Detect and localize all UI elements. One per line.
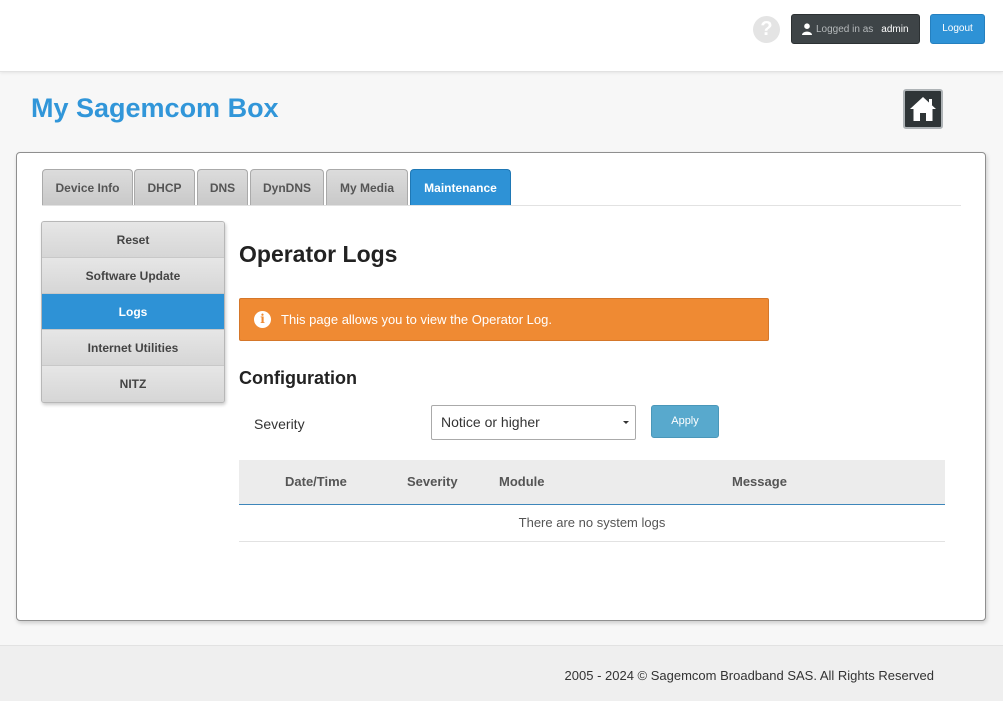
content-panel: Device Info DHCP DNS DynDNS My Media Mai… <box>16 152 986 621</box>
sidebar-item-reset[interactable]: Reset <box>42 222 224 258</box>
username: admin <box>881 23 909 35</box>
column-header-module: Module <box>499 460 692 505</box>
logged-in-label: Logged in as <box>816 23 874 35</box>
apply-button[interactable]: Apply <box>651 405 719 438</box>
section-title: Configuration <box>239 368 357 388</box>
login-badge: Logged in as admin <box>791 14 920 44</box>
top-bar: ? Logged in as admin Logout <box>0 0 1003 72</box>
sidebar-item-internet-utilities[interactable]: Internet Utilities <box>42 330 224 366</box>
info-banner: i This page allows you to view the Opera… <box>239 298 769 341</box>
brand-title: My Sagemcom Box <box>31 93 279 123</box>
tab-my-media[interactable]: My Media <box>326 169 408 205</box>
column-header-date-time: Date/Time <box>239 460 407 505</box>
severity-select[interactable]: Notice or higher <box>431 405 636 440</box>
copyright-text: 2005 - 2024 © Sagemcom Broadband SAS. Al… <box>564 668 934 683</box>
tab-maintenance[interactable]: Maintenance <box>410 169 511 205</box>
tab-dyndns[interactable]: DynDNS <box>250 169 324 205</box>
sidebar-item-logs[interactable]: Logs <box>42 294 224 330</box>
column-header-severity: Severity <box>407 460 499 505</box>
home-icon <box>910 97 936 121</box>
tab-dns[interactable]: DNS <box>197 169 248 205</box>
info-text: This page allows you to view the Operato… <box>281 312 552 327</box>
tab-device-info[interactable]: Device Info <box>42 169 133 205</box>
chevron-down-icon <box>623 421 629 424</box>
table-row: There are no system logs <box>239 504 945 542</box>
empty-logs-message: There are no system logs <box>239 504 945 542</box>
logout-button[interactable]: Logout <box>930 14 985 44</box>
sidebar-item-nitz[interactable]: NITZ <box>42 366 224 402</box>
help-icon[interactable]: ? <box>753 16 780 43</box>
page-title: Operator Logs <box>239 241 398 267</box>
sidebar-menu: Reset Software Update Logs Internet Util… <box>41 221 225 403</box>
severity-label: Severity <box>254 416 305 432</box>
severity-selected-value: Notice or higher <box>441 414 540 430</box>
table-header-row: Date/Time Severity Module Message <box>239 460 945 505</box>
footer: 2005 - 2024 © Sagemcom Broadband SAS. Al… <box>0 645 1003 701</box>
home-button[interactable] <box>903 89 943 129</box>
info-icon: i <box>254 311 271 328</box>
column-header-message: Message <box>692 460 945 505</box>
tab-dhcp[interactable]: DHCP <box>134 169 195 205</box>
sidebar-item-software-update[interactable]: Software Update <box>42 258 224 294</box>
log-table: Date/Time Severity Module Message There … <box>239 460 945 542</box>
user-icon <box>802 23 812 35</box>
tab-bar: Device Info DHCP DNS DynDNS My Media Mai… <box>42 169 961 206</box>
